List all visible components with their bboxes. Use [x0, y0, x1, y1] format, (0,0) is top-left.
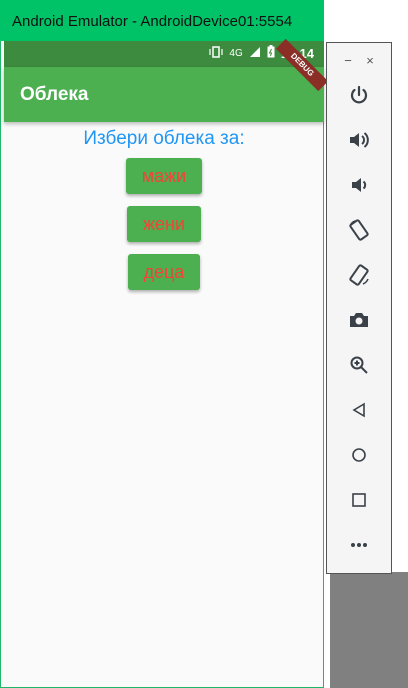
battery-icon — [267, 45, 275, 61]
volume-down-button[interactable] — [327, 170, 391, 200]
zoom-button[interactable] — [327, 350, 391, 380]
volume-up-icon — [350, 132, 369, 148]
overview-button[interactable] — [327, 485, 391, 515]
window-title-bar[interactable]: Android Emulator - AndroidDevice01:5554 — [0, 0, 324, 41]
window-title: Android Emulator - AndroidDevice01:5554 — [12, 13, 293, 30]
children-button[interactable]: деца — [127, 254, 201, 290]
app-bar: Облека — [4, 67, 324, 122]
overview-icon — [352, 493, 366, 507]
rotate-right-icon — [349, 264, 369, 286]
prompt-text: Избери облека за: — [83, 128, 245, 149]
rotate-left-button[interactable] — [327, 215, 391, 245]
more-button[interactable] — [327, 530, 391, 560]
home-icon — [352, 448, 366, 462]
emulator-window: Android Emulator - AndroidDevice01:5554 … — [0, 0, 329, 688]
signal-icon — [249, 46, 261, 61]
screenshot-button[interactable] — [327, 305, 391, 335]
back-icon — [352, 402, 365, 418]
volume-up-button[interactable] — [327, 125, 391, 155]
emulator-toolbar: − × — [326, 42, 392, 574]
minimize-button[interactable]: − — [344, 53, 352, 68]
zoom-icon — [350, 356, 368, 374]
android-status-bar: 4G 10:14 — [4, 41, 324, 67]
close-button[interactable]: × — [366, 53, 374, 68]
vibrate-icon — [209, 45, 224, 61]
window-shadow — [330, 572, 408, 688]
main-content: Избери облека за: мажи жени деца — [4, 122, 324, 290]
back-button[interactable] — [327, 395, 391, 425]
rotate-left-icon — [349, 219, 369, 241]
power-icon — [350, 85, 368, 104]
men-button[interactable]: мажи — [125, 158, 203, 194]
more-icon — [351, 543, 367, 547]
home-button[interactable] — [327, 440, 391, 470]
power-button[interactable] — [327, 80, 391, 110]
page-title: Облека — [20, 84, 89, 105]
camera-icon — [350, 313, 368, 327]
network-type-label: 4G — [229, 47, 243, 59]
volume-down-icon — [352, 178, 367, 192]
rotate-right-button[interactable] — [327, 260, 391, 290]
women-button[interactable]: жени — [126, 206, 202, 242]
